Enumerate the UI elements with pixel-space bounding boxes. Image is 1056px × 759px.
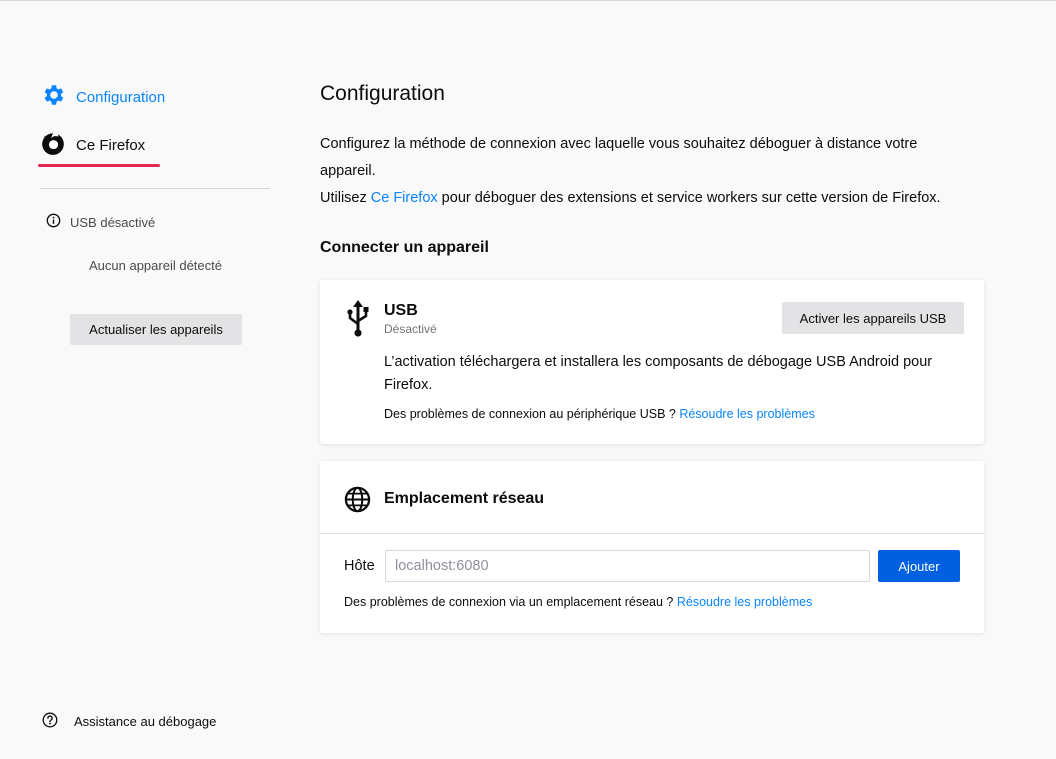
intro-text-part: Utilisez [320, 190, 371, 206]
intro-line-2: Utilisez Ce Firefox pour déboguer des ex… [320, 185, 960, 212]
network-card-header: Emplacement réseau [320, 461, 984, 534]
section-title: Connecter un appareil [320, 239, 489, 256]
network-troubleshoot-text: Des problèmes de connexion via un emplac… [344, 595, 677, 609]
network-card: Emplacement réseau Hôte Ajouter Des prob… [320, 461, 984, 633]
usb-troubleshoot-link[interactable]: Résoudre les problèmes [679, 407, 815, 421]
sidebar-divider [40, 188, 270, 189]
no-device-message: Aucun appareil détecté [89, 258, 222, 273]
firefox-logo-icon [40, 130, 66, 161]
info-icon [46, 213, 61, 231]
usb-description: L’activation téléchargera et installera … [384, 354, 933, 393]
sidebar-item-this-firefox[interactable]: Ce Firefox [40, 131, 145, 159]
sidebar-item-label: Ce Firefox [76, 136, 146, 154]
gear-icon [40, 82, 66, 113]
network-troubleshoot: Des problèmes de connexion via un emplac… [344, 595, 812, 609]
host-label: Hôte [344, 558, 375, 574]
usb-card: USB Désactivé Activer les appareils USB … [320, 280, 984, 444]
refresh-devices-button[interactable]: Actualiser les appareils [70, 314, 242, 345]
this-firefox-link[interactable]: Ce Firefox [371, 190, 438, 206]
sidebar-item-label: Configuration [76, 88, 166, 106]
sidebar: Configuration Ce Firefox USB désactivé A… [0, 1, 300, 759]
intro-text-part: pour déboguer des extensions et service … [437, 190, 941, 206]
usb-subtitle: Désactivé [384, 322, 437, 336]
enable-usb-button[interactable]: Activer les appareils USB [782, 302, 964, 334]
usb-status-label: USB désactivé [70, 214, 156, 230]
usb-status: USB désactivé [46, 213, 155, 231]
intro-line-1: Configurez la méthode de connexion avec … [320, 136, 918, 179]
sidebar-item-configuration[interactable]: Configuration [40, 83, 165, 111]
usb-troubleshoot-text: Des problèmes de connexion au périphériq… [384, 407, 680, 421]
intro-text: Configurez la méthode de connexion avec … [320, 131, 960, 212]
add-button[interactable]: Ajouter [878, 550, 960, 582]
selected-indicator [38, 164, 160, 167]
page-title: Configuration [320, 82, 445, 105]
network-title: Emplacement réseau [384, 490, 545, 507]
globe-icon [344, 486, 371, 518]
usb-title: USB [384, 302, 418, 319]
help-label: Assistance au débogage [74, 714, 217, 729]
usb-icon [344, 300, 372, 343]
usb-troubleshoot: Des problèmes de connexion au périphériq… [384, 407, 815, 421]
network-troubleshoot-link[interactable]: Résoudre les problèmes [677, 595, 813, 609]
help-icon [42, 712, 58, 731]
debugging-help-link[interactable]: Assistance au débogage [42, 712, 216, 731]
host-input[interactable] [385, 550, 870, 582]
